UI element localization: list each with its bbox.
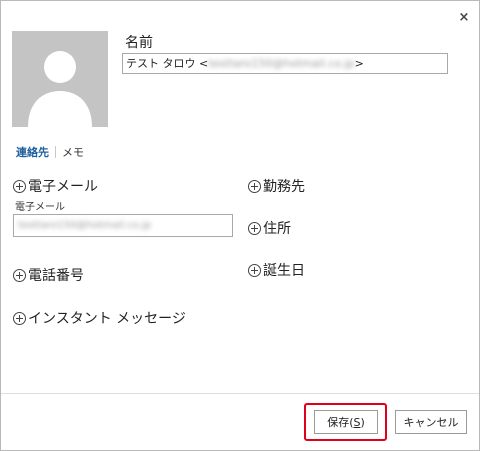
email-field[interactable]: testtaro150@hotmail.co.jp: [13, 214, 233, 237]
add-work-button[interactable]: 勤務先: [248, 176, 305, 196]
add-phone-label: 電話番号: [28, 268, 84, 284]
name-email-redacted: testtaro150@hotmail.co.jp: [208, 57, 355, 70]
close-icon[interactable]: ×: [455, 9, 473, 27]
name-field[interactable]: テスト タロウ <testtaro150@hotmail.co.jp>: [122, 53, 448, 74]
plus-circle-icon: [13, 311, 26, 325]
avatar[interactable]: [12, 31, 108, 127]
contact-dialog: × 名前 テスト タロウ <testtaro150@hotmail.co.jp>…: [0, 0, 480, 451]
save-accel-key: S: [353, 415, 361, 429]
add-birthday-button[interactable]: 誕生日: [248, 260, 305, 280]
add-birthday-label: 誕生日: [263, 263, 305, 279]
person-silhouette-icon: [12, 31, 108, 127]
tab-memo[interactable]: メモ: [62, 144, 84, 160]
plus-circle-icon: [248, 263, 261, 277]
email-field-label: 電子メール: [15, 202, 65, 213]
name-prefix: テスト タロウ <: [126, 57, 209, 70]
add-im-label: インスタント メッセージ: [28, 311, 186, 327]
name-suffix: >: [354, 57, 364, 70]
save-accel-close: ): [360, 415, 365, 429]
add-im-button[interactable]: インスタント メッセージ: [13, 308, 186, 328]
tab-bar: 連絡先 メモ: [16, 144, 84, 160]
save-button[interactable]: 保存(S): [314, 410, 378, 434]
email-value-redacted: testtaro150@hotmail.co.jp: [18, 220, 152, 231]
plus-circle-icon: [248, 221, 261, 235]
footer-divider: [1, 393, 479, 394]
tab-contact[interactable]: 連絡先: [16, 144, 49, 160]
cancel-button[interactable]: キャンセル: [395, 410, 467, 434]
add-address-button[interactable]: 住所: [248, 218, 291, 238]
add-email-label: 電子メール: [28, 179, 98, 195]
add-address-label: 住所: [263, 221, 291, 237]
plus-circle-icon: [13, 179, 26, 193]
plus-circle-icon: [248, 179, 261, 193]
add-phone-button[interactable]: 電話番号: [13, 265, 84, 285]
name-label: 名前: [125, 35, 153, 51]
tab-divider: [55, 146, 56, 158]
add-email-button[interactable]: 電子メール: [13, 176, 98, 196]
plus-circle-icon: [13, 268, 26, 282]
save-label: 保存: [327, 416, 350, 429]
add-work-label: 勤務先: [263, 179, 305, 195]
